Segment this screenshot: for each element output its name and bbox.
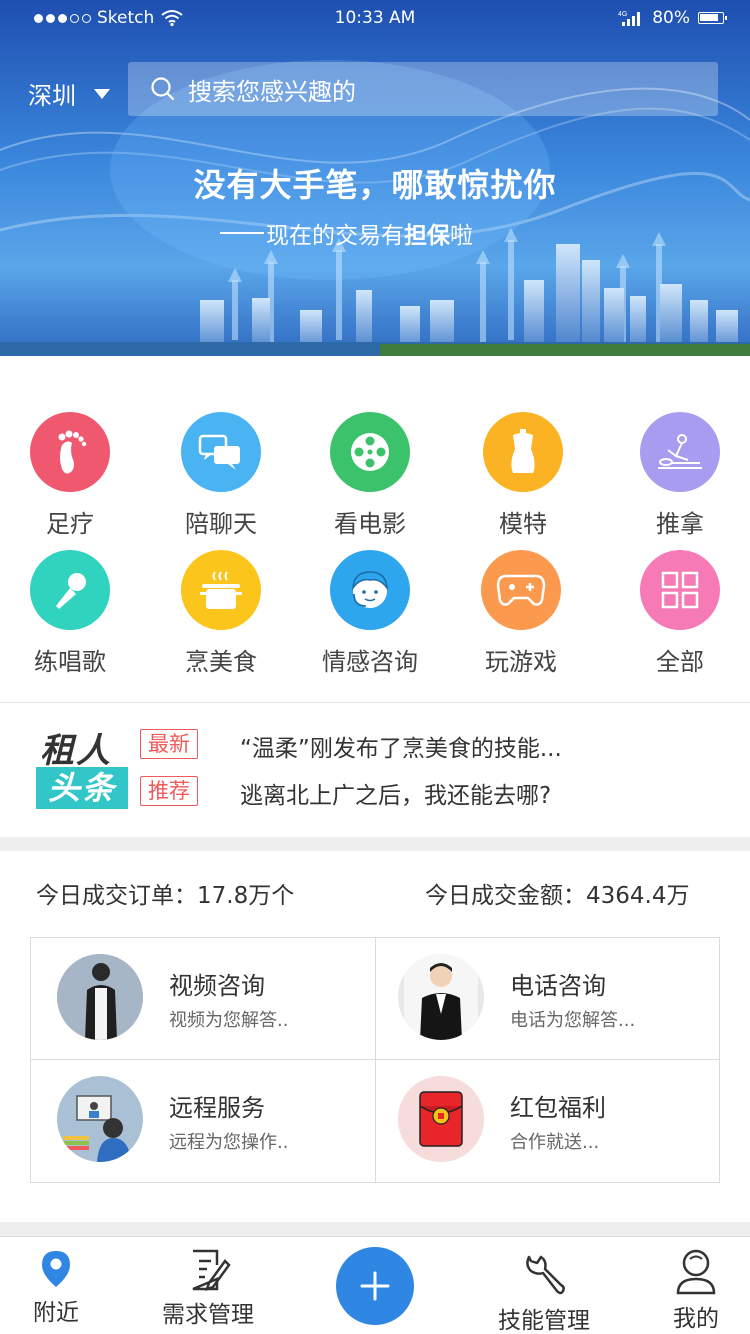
category-label: 模特	[499, 510, 547, 538]
user-icon	[676, 1249, 716, 1295]
tab-mine[interactable]: 我的	[664, 1247, 728, 1333]
service-remote[interactable]: 远程服务 远程为您操作..	[31, 1060, 375, 1181]
section-separator	[0, 1222, 750, 1236]
tab-nearby[interactable]: 附近	[28, 1249, 84, 1327]
film-reel-icon	[330, 412, 410, 492]
tab-label: 附近	[33, 1300, 79, 1326]
publish-plus-button[interactable]	[336, 1247, 414, 1325]
search-placeholder: 搜索您感兴趣的	[188, 77, 356, 106]
tab-label: 我的	[673, 1306, 719, 1332]
city-selector[interactable]: 深圳	[28, 76, 110, 111]
tag-newest-badge: 最新	[140, 729, 198, 759]
category-label: 看电影	[334, 510, 406, 538]
category-label: 练唱歌	[34, 648, 106, 676]
banner-subtitle: 现在的交易有 担保啦	[220, 216, 473, 250]
remote-desk-icon	[57, 1076, 143, 1162]
service-phone-consult[interactable]: 电话咨询 电话为您解答...	[376, 938, 720, 1059]
tag-recommend-badge: 推荐	[140, 776, 198, 806]
search-icon	[151, 77, 175, 101]
service-red-envelope[interactable]: 红包福利 合作就送...	[376, 1060, 720, 1181]
category-massage[interactable]: 推拿	[610, 412, 750, 539]
category-model[interactable]: 模特	[453, 412, 593, 539]
tab-label: 需求管理	[162, 1302, 254, 1328]
category-cooking[interactable]: 烹美食	[151, 550, 291, 677]
hero-banner[interactable]: Sketch 10:33 AM 4G 80% 深圳 搜索您感兴趣的 没有大手笔，…	[0, 0, 750, 356]
tab-skill-management[interactable]: 技能管理	[492, 1251, 596, 1334]
today-amount: 今日成交金额：4364.4万	[425, 883, 690, 909]
grid-icon	[640, 550, 720, 630]
dash-line	[220, 232, 264, 234]
service-desc: 合作就送...	[510, 1132, 600, 1153]
cooking-pot-icon	[181, 550, 261, 630]
dropdown-caret-icon	[94, 88, 110, 99]
battery-icon	[698, 12, 727, 24]
plus-icon	[360, 1271, 390, 1301]
red-envelope-icon	[398, 1076, 484, 1162]
microphone-icon	[30, 550, 110, 630]
gamepad-icon	[481, 550, 561, 630]
tab-demand-management[interactable]: 需求管理	[156, 1249, 260, 1329]
battery-percent: 80%	[652, 8, 690, 28]
service-title: 红包福利	[510, 1094, 606, 1122]
wrench-icon	[526, 1255, 565, 1295]
category-emotional-counsel[interactable]: 情感咨询	[300, 550, 440, 677]
service-desc: 视频为您解答..	[169, 1010, 289, 1031]
category-label: 烹美食	[185, 648, 257, 676]
mannequin-icon	[483, 412, 563, 492]
woman-portrait	[57, 954, 143, 1040]
category-chat[interactable]: 陪聊天	[151, 412, 291, 539]
category-singing[interactable]: 练唱歌	[0, 550, 140, 677]
category-label: 推拿	[656, 510, 704, 538]
footprint-icon	[30, 412, 110, 492]
category-label: 全部	[656, 648, 704, 676]
category-label: 玩游戏	[485, 648, 557, 676]
category-gaming[interactable]: 玩游戏	[451, 550, 591, 677]
headline-item-2[interactable]: 逃离北上广之后，我还能去哪?	[240, 776, 551, 810]
banner-title: 没有大手笔，哪敢惊扰你	[193, 166, 557, 204]
banner-subtitle-pre: 现在的交易有	[266, 223, 404, 249]
banner-subtitle-post: 啦	[450, 223, 473, 249]
headlines-section: 租人 头条 最新 “温柔”刚发布了烹美食的技能... 推荐 逃离北上广之后，我还…	[0, 703, 750, 837]
massage-icon	[640, 412, 720, 492]
headline-brand-top: 租人	[40, 731, 112, 771]
tab-label: 技能管理	[498, 1308, 590, 1334]
section-separator	[0, 837, 750, 851]
today-orders: 今日成交订单：17.8万个	[36, 883, 295, 909]
service-desc: 远程为您操作..	[169, 1132, 289, 1153]
status-bar: Sketch 10:33 AM 4G 80%	[0, 0, 750, 36]
banner-subtitle-bold: 担保	[404, 223, 450, 249]
service-title: 远程服务	[169, 1094, 265, 1122]
edit-document-icon	[192, 1249, 231, 1291]
svg-text:4G: 4G	[618, 11, 627, 18]
category-all[interactable]: 全部	[610, 550, 750, 677]
city-label: 深圳	[28, 82, 76, 110]
counselor-icon	[330, 550, 410, 630]
headline-brand-bottom: 头条	[36, 767, 128, 809]
category-foot-massage[interactable]: 足疗	[0, 412, 140, 539]
category-label: 陪聊天	[185, 510, 257, 538]
search-input[interactable]: 搜索您感兴趣的	[128, 62, 718, 116]
category-label: 足疗	[46, 510, 94, 538]
service-title: 视频咨询	[169, 972, 265, 1000]
headline-item-1[interactable]: “温柔”刚发布了烹美食的技能...	[240, 729, 562, 763]
cellular-signal-icon: 4G	[618, 11, 641, 26]
service-desc: 电话为您解答...	[510, 1010, 636, 1031]
category-label: 情感咨询	[322, 648, 418, 676]
location-pin-icon	[42, 1251, 70, 1287]
service-title: 电话咨询	[510, 972, 606, 1000]
man-portrait	[398, 954, 484, 1040]
service-video-consult[interactable]: 视频咨询 视频为您解答..	[31, 938, 375, 1059]
category-movie[interactable]: 看电影	[300, 412, 440, 539]
chat-bubbles-icon	[181, 412, 261, 492]
services-grid: 视频咨询 视频为您解答.. 电话咨询 电话为您解答... 远程服务 远程为您操作…	[30, 937, 720, 1183]
